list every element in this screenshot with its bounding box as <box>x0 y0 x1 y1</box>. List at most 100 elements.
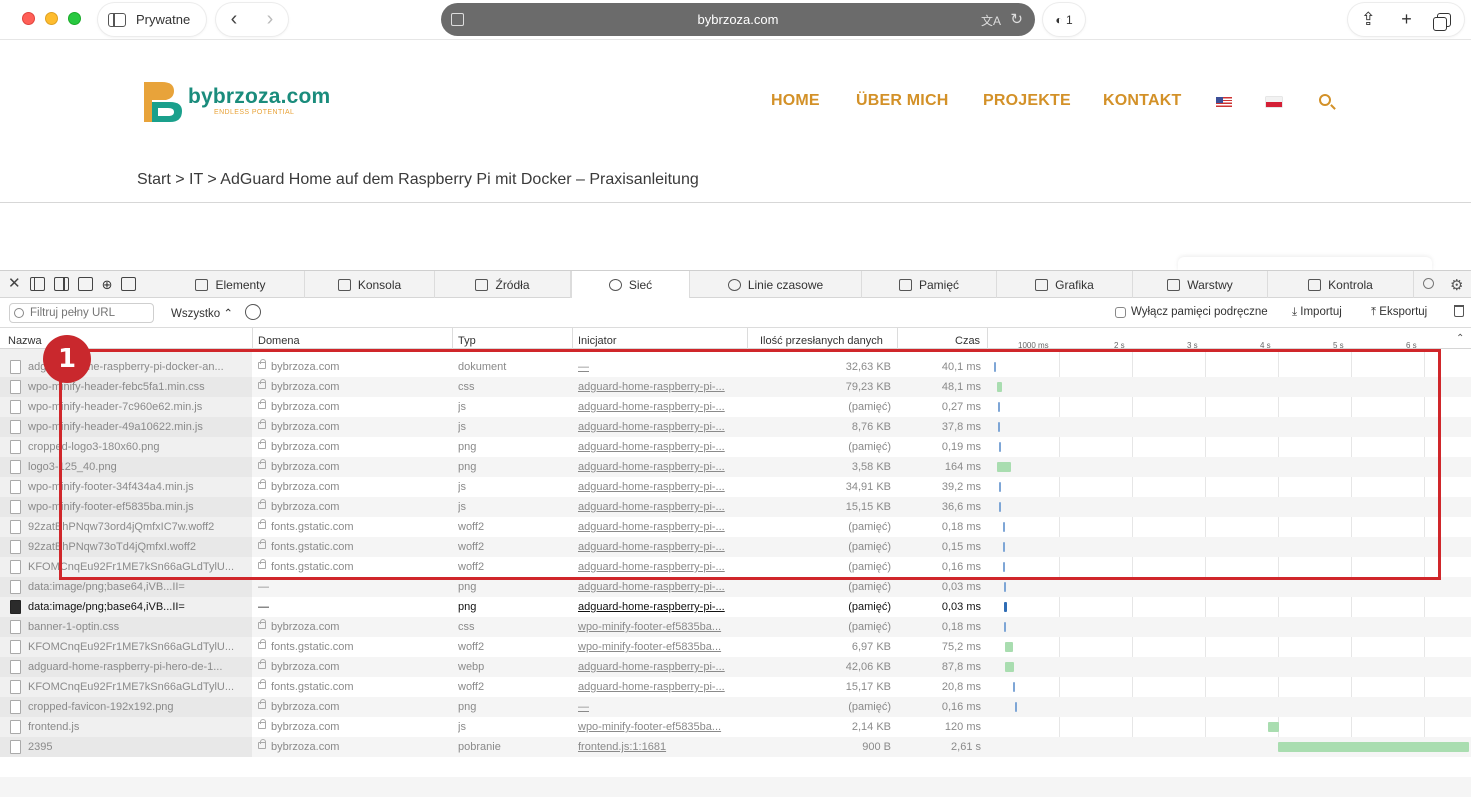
tab-storage[interactable]: Pamięć <box>862 271 997 298</box>
request-initiator-link[interactable]: — <box>578 701 743 713</box>
request-domain: bybrzoza.com <box>271 721 340 733</box>
tab-timelines[interactable]: Linie czasowe <box>690 271 862 298</box>
request-initiator-link[interactable]: adguard-home-raspberry-pi-... <box>578 681 743 693</box>
import-button[interactable]: ⤓ Importuj <box>1292 306 1342 319</box>
table-row[interactable]: frontend.js bybrzoza.com js wpo-minify-foot… <box>0 717 1471 737</box>
back-button[interactable]: ‹ <box>231 8 238 31</box>
element-picker-icon[interactable]: ⊕ <box>102 277 113 293</box>
layers-icon <box>1167 278 1181 291</box>
privacy-report-button[interactable]: ◐ 1 <box>1043 3 1085 36</box>
tab-label: Źródła <box>495 277 530 292</box>
storage-icon <box>898 278 912 291</box>
waterfall-bar <box>1005 642 1013 652</box>
col-header-time[interactable]: Czas <box>955 335 980 347</box>
file-icon <box>10 420 21 434</box>
dock-left-icon[interactable] <box>29 277 45 291</box>
language-en-flag-icon[interactable] <box>1216 97 1232 107</box>
table-row[interactable]: KFOMCnqEu92Fr1ME7kSn66aGLdTylU... fonts.g… <box>0 677 1471 697</box>
checkbox-box[interactable] <box>1115 306 1126 318</box>
devtools-search-icon[interactable] <box>1423 278 1434 289</box>
table-row[interactable]: adguard-home-raspberry-pi-hero-de-1... by… <box>0 657 1471 677</box>
request-initiator-link[interactable]: adguard-home-raspberry-pi-... <box>578 661 743 673</box>
lock-icon <box>258 639 266 649</box>
minimize-window-button[interactable] <box>45 12 58 25</box>
shield-count: 1 <box>1065 12 1073 27</box>
shield-icon: ◐ <box>1055 12 1066 27</box>
nav-projects[interactable]: PROJEKTE <box>983 92 1071 110</box>
page-popup-edge <box>1178 257 1432 271</box>
nav-contact[interactable]: KONTAKT <box>1103 92 1181 110</box>
zoom-window-button[interactable] <box>68 12 81 25</box>
request-initiator-link[interactable]: frontend.js:1:1681 <box>578 741 743 753</box>
request-initiator-link[interactable]: wpo-minify-footer-ef5835ba... <box>578 621 743 633</box>
breadcrumb: Start > IT > AdGuard Home auf dem Raspbe… <box>137 171 699 188</box>
annotation-highlight-rectangle <box>59 349 1441 580</box>
request-initiator-link[interactable]: adguard-home-raspberry-pi-... <box>578 581 743 593</box>
table-row[interactable]: cropped-favicon-192x192.png bybrzoza.com p… <box>0 697 1471 717</box>
disable-cache-checkbox[interactable]: Wyłącz pamięci podręczne <box>1115 306 1268 318</box>
nav-about[interactable]: ÜBER MICH <box>856 92 948 110</box>
dock-right-icon[interactable] <box>53 277 69 291</box>
column-separator[interactable] <box>572 328 573 349</box>
request-time: 87,8 ms <box>941 661 981 673</box>
tab-console[interactable]: Konsola <box>305 271 435 298</box>
tab-graphics[interactable]: Grafika <box>997 271 1133 298</box>
col-header-size[interactable]: Ilość przesłanych danych <box>760 335 883 347</box>
clear-log-trash-icon[interactable] <box>1454 305 1464 317</box>
table-row[interactable]: 2395 bybrzoza.com pobranie frontend.js:1:16… <box>0 737 1471 757</box>
devtools-settings-gear-icon[interactable]: ⚙ <box>1450 276 1463 294</box>
network-icon <box>608 278 622 291</box>
filter-options-icon[interactable] <box>245 304 261 320</box>
export-button[interactable]: ⤒ Eksportuj <box>1371 306 1427 319</box>
table-row[interactable]: banner-1-optin.css bybrzoza.com css wpo-min… <box>0 617 1471 637</box>
resource-type-select[interactable]: Wszystko ⌃ <box>171 306 233 320</box>
close-devtools-icon[interactable]: ✕ <box>8 276 21 293</box>
request-name: cropped-favicon-192x192.png <box>28 701 174 713</box>
request-initiator-link[interactable]: wpo-minify-footer-ef5835ba... <box>578 721 743 733</box>
tab-network[interactable]: Sieć <box>571 271 690 298</box>
device-preview-icon[interactable] <box>121 277 137 291</box>
tab-label: Pamięć <box>918 277 959 292</box>
lock-icon <box>258 699 266 709</box>
reload-icon[interactable]: ↻ <box>1010 10 1023 28</box>
nav-home[interactable]: HOME <box>771 92 820 110</box>
undock-icon[interactable] <box>77 277 93 291</box>
tab-layers[interactable]: Warstwy <box>1133 271 1268 298</box>
file-icon <box>10 620 21 634</box>
table-row[interactable]: data:image/png;base64,iVB...II= — png adgua… <box>0 577 1471 597</box>
request-initiator-link[interactable]: wpo-minify-footer-ef5835ba... <box>578 641 743 653</box>
table-row[interactable]: KFOMCnqEu92Fr1ME7kSn66aGLdTylU... fonts.g… <box>0 637 1471 657</box>
close-window-button[interactable] <box>22 12 35 25</box>
collapse-chevron-icon[interactable]: ⌃ <box>1456 333 1464 344</box>
col-header-name[interactable]: Nazwa <box>8 335 42 347</box>
col-header-initiator[interactable]: Inicjator <box>578 335 617 347</box>
network-filter-bar: Wszystko ⌃ Wyłącz pamięci podręczne ⤓ Im… <box>0 298 1471 328</box>
site-logo[interactable]: bybrzoza.com ENDLESS POTENTIAL <box>142 80 330 128</box>
request-domain: bybrzoza.com <box>271 701 340 713</box>
tab-overview-icon[interactable] <box>1433 12 1452 31</box>
filter-url-input[interactable] <box>9 303 154 323</box>
tab-sources[interactable]: Źródła <box>435 271 571 298</box>
column-separator[interactable] <box>987 328 988 349</box>
translate-icon[interactable]: 文A <box>981 12 1001 29</box>
col-header-type[interactable]: Typ <box>458 335 476 347</box>
site-search-icon[interactable] <box>1319 94 1331 106</box>
request-type: pobranie <box>458 741 501 753</box>
new-tab-icon[interactable]: + <box>1401 9 1412 30</box>
column-separator[interactable] <box>897 328 898 349</box>
forward-button[interactable]: › <box>267 8 274 31</box>
column-separator[interactable] <box>747 328 748 349</box>
tab-audit[interactable]: Kontrola <box>1268 271 1414 298</box>
sidebar-toggle-button[interactable]: Prywatne <box>98 3 206 36</box>
page-menu-icon[interactable] <box>451 13 464 26</box>
tab-elements[interactable]: Elementy <box>157 271 305 298</box>
share-icon[interactable]: ⇪ <box>1361 9 1376 30</box>
request-initiator-link[interactable]: adguard-home-raspberry-pi-... <box>578 601 743 613</box>
language-pl-flag-icon[interactable] <box>1266 97 1282 107</box>
file-icon <box>10 720 21 734</box>
col-header-domain[interactable]: Domena <box>258 335 300 347</box>
address-bar[interactable]: bybrzoza.com 文A ↻ <box>441 3 1035 36</box>
column-separator[interactable] <box>452 328 453 349</box>
table-row[interactable]: data:image/png;base64,iVB...II= — png adgua… <box>0 597 1471 617</box>
column-separator[interactable] <box>252 328 253 349</box>
